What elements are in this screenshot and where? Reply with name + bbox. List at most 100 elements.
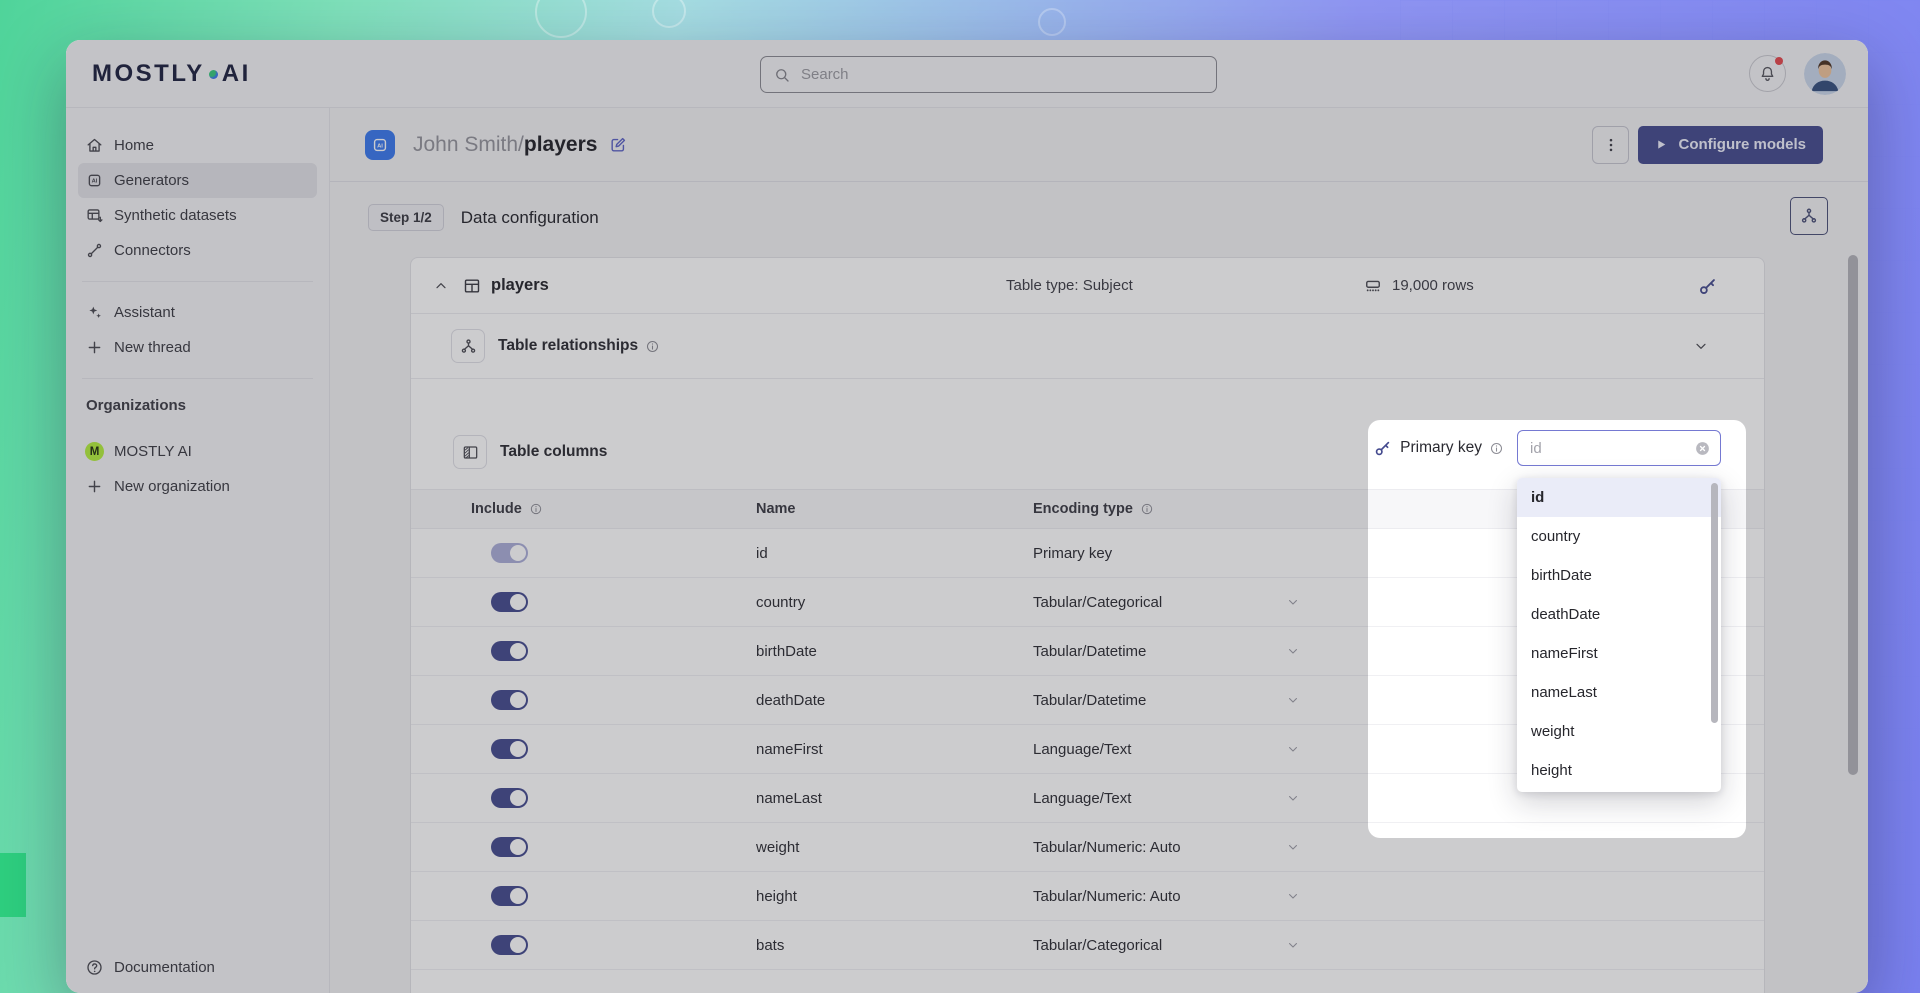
dropdown-scrollbar[interactable] xyxy=(1711,483,1718,723)
row-count: 19,000 rows xyxy=(1363,276,1474,296)
dataset-icon xyxy=(85,206,104,225)
table-relationships-row[interactable]: Table relationships xyxy=(411,314,1764,379)
encoding-value[interactable]: Tabular/Datetime xyxy=(1033,643,1146,660)
sidebar-item-assistant[interactable]: Assistant xyxy=(78,295,317,330)
dropdown-option[interactable]: weight xyxy=(1517,712,1721,751)
table-row: batsTabular/Categorical xyxy=(411,921,1764,970)
primary-key-button[interactable] xyxy=(1697,275,1719,297)
organization-badge: M xyxy=(85,442,104,461)
sidebar-item-label: Assistant xyxy=(114,304,175,321)
chevron-down-icon[interactable] xyxy=(1286,742,1300,756)
sidebar-item-label: Synthetic datasets xyxy=(114,207,237,224)
include-toggle[interactable] xyxy=(491,592,528,612)
info-icon[interactable] xyxy=(1489,441,1504,456)
chevron-down-icon[interactable] xyxy=(1286,889,1300,903)
background-doodle xyxy=(652,0,686,28)
expand-relationships-button[interactable] xyxy=(1693,338,1709,354)
logo-dot-icon xyxy=(209,70,218,79)
column-name: nameLast xyxy=(756,790,1033,807)
search-bar[interactable] xyxy=(760,56,1217,93)
notifications-button[interactable] xyxy=(1749,55,1786,92)
dropdown-option[interactable]: id xyxy=(1517,478,1721,517)
avatar-image xyxy=(1804,53,1846,95)
more-options-button[interactable] xyxy=(1592,126,1629,164)
encoding-value[interactable]: Tabular/Datetime xyxy=(1033,692,1146,709)
sidebar-item-label: Home xyxy=(114,137,154,154)
sidebar-item-documentation[interactable]: Documentation xyxy=(78,950,317,985)
chevron-down-icon[interactable] xyxy=(1286,791,1300,805)
configure-models-label: Configure models xyxy=(1678,136,1806,153)
encoding-value[interactable]: Language/Text xyxy=(1033,790,1131,807)
encoding-value[interactable]: Tabular/Categorical xyxy=(1033,937,1162,954)
name-header: Name xyxy=(756,501,1033,517)
search-input[interactable] xyxy=(801,66,1204,83)
sidebar-item-label: Documentation xyxy=(114,959,215,976)
chevron-down-icon[interactable] xyxy=(1286,938,1300,952)
sidebar-item-home[interactable]: Home xyxy=(78,128,317,163)
sidebar-item-new-organization[interactable]: New organization xyxy=(78,469,317,504)
help-circle-icon xyxy=(85,958,104,977)
column-name: nameFirst xyxy=(756,741,1033,758)
clear-circle-icon xyxy=(1694,440,1711,457)
home-icon xyxy=(85,136,104,155)
info-icon[interactable] xyxy=(1140,502,1154,516)
chevron-down-icon[interactable] xyxy=(1286,644,1300,658)
pencil-icon xyxy=(608,135,628,155)
chevron-down-icon[interactable] xyxy=(1286,693,1300,707)
chevron-down-icon[interactable] xyxy=(1286,840,1300,854)
mostly-ai-logo[interactable]: MOSTLY AI xyxy=(92,60,251,88)
clear-input-button[interactable] xyxy=(1694,440,1711,457)
dropdown-option[interactable]: nameLast xyxy=(1517,673,1721,712)
logo-text: AI xyxy=(222,60,251,88)
step-badge: Step 1/2 xyxy=(368,204,444,231)
include-toggle[interactable] xyxy=(491,739,528,759)
columns-label: Table columns xyxy=(500,443,607,461)
include-toggle[interactable] xyxy=(491,788,528,808)
collapse-table-button[interactable] xyxy=(433,278,449,294)
toggle-knob xyxy=(510,839,526,855)
include-toggle[interactable] xyxy=(491,837,528,857)
primary-key-input-wrap xyxy=(1517,430,1721,466)
search-icon xyxy=(773,66,791,84)
ai-chip-icon: AI xyxy=(85,171,104,190)
row-count-label: 19,000 rows xyxy=(1392,277,1474,294)
table-name: players xyxy=(491,276,549,295)
schema-view-button[interactable] xyxy=(1790,197,1828,235)
configure-models-button[interactable]: Configure models xyxy=(1638,126,1823,164)
info-icon[interactable] xyxy=(645,339,660,354)
dropdown-option[interactable]: nameFirst xyxy=(1517,634,1721,673)
user-avatar[interactable] xyxy=(1804,53,1846,95)
window-scrollbar[interactable] xyxy=(1848,255,1858,775)
app-window: MOSTLY AI Ho xyxy=(66,40,1868,993)
connector-icon xyxy=(85,241,104,260)
encoding-value[interactable]: Tabular/Numeric: Auto xyxy=(1033,839,1181,856)
sidebar: Home AI Generators Synthetic datasets Co… xyxy=(66,108,330,993)
sidebar-item-connectors[interactable]: Connectors xyxy=(78,233,317,268)
include-toggle[interactable] xyxy=(491,935,528,955)
column-name: weight xyxy=(756,839,1033,856)
encoding-value[interactable]: Tabular/Categorical xyxy=(1033,594,1162,611)
dropdown-option[interactable]: deathDate xyxy=(1517,595,1721,634)
dropdown-option[interactable]: height xyxy=(1517,751,1721,790)
svg-text:AI: AI xyxy=(92,179,98,185)
topbar: MOSTLY AI xyxy=(66,40,1868,108)
key-icon xyxy=(1373,438,1393,458)
include-toggle[interactable] xyxy=(491,886,528,906)
column-name: bats xyxy=(756,937,1033,954)
column-name: country xyxy=(756,594,1033,611)
encoding-value[interactable]: Tabular/Numeric: Auto xyxy=(1033,888,1181,905)
primary-key-input[interactable] xyxy=(1530,440,1686,457)
organizations-heading: Organizations xyxy=(86,397,329,414)
dropdown-option[interactable]: country xyxy=(1517,517,1721,556)
encoding-value[interactable]: Language/Text xyxy=(1033,741,1131,758)
chevron-down-icon[interactable] xyxy=(1286,595,1300,609)
edit-name-button[interactable] xyxy=(608,135,628,155)
sidebar-item-synthetic-datasets[interactable]: Synthetic datasets xyxy=(78,198,317,233)
dropdown-option[interactable]: birthDate xyxy=(1517,556,1721,595)
sidebar-item-organization-mostly-ai[interactable]: M MOSTLY AI xyxy=(78,434,317,469)
info-icon[interactable] xyxy=(529,502,543,516)
sidebar-item-generators[interactable]: AI Generators xyxy=(78,163,317,198)
sidebar-item-new-thread[interactable]: New thread xyxy=(78,330,317,365)
include-toggle[interactable] xyxy=(491,641,528,661)
include-toggle[interactable] xyxy=(491,690,528,710)
